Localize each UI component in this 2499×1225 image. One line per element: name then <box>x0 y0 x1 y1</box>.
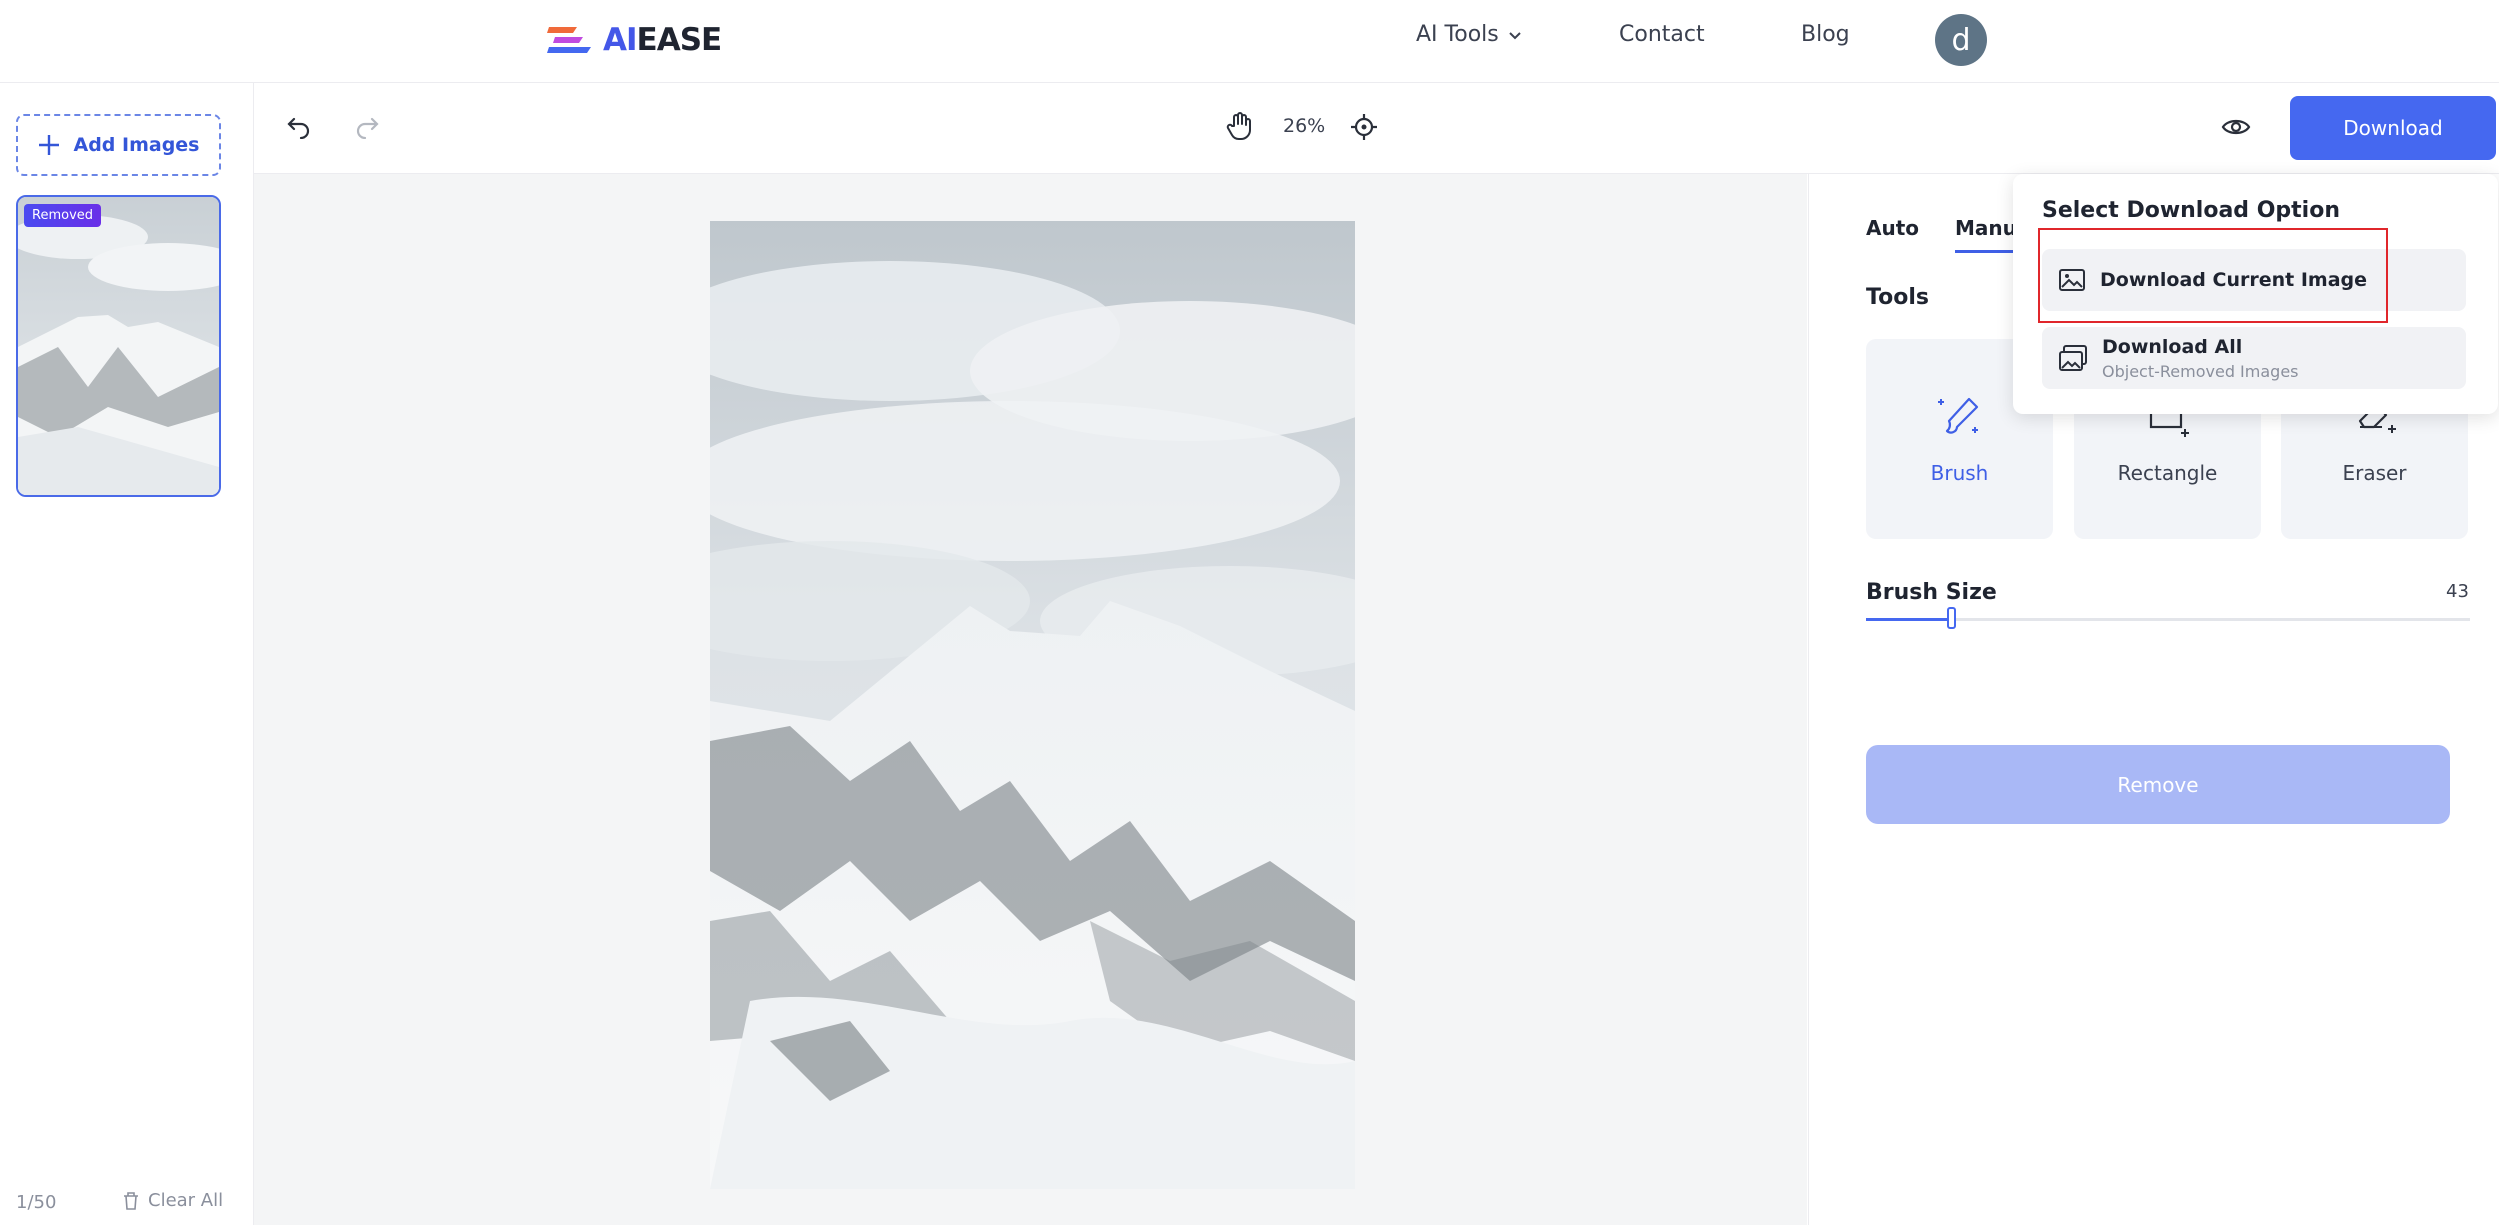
recenter-button[interactable] <box>1350 113 1378 141</box>
pan-hand-button[interactable] <box>1225 111 1255 141</box>
download-all-text: Download All Object-Removed Images <box>2102 336 2299 381</box>
zoom-level[interactable]: 26% <box>1283 115 1325 137</box>
plus-icon <box>39 135 60 155</box>
nav-blog[interactable]: Blog <box>1801 22 1850 47</box>
image-count: 1/50 <box>16 1192 57 1213</box>
dropdown-title: Select Download Option <box>2042 198 2340 223</box>
chevron-down-icon <box>1509 31 1521 39</box>
aiease-logo[interactable]: AIEASE <box>547 20 722 60</box>
redo-button[interactable] <box>353 112 381 140</box>
logo-text: AIEASE <box>603 22 722 58</box>
redo-icon <box>356 117 379 139</box>
highlight-box <box>2038 228 2388 323</box>
mountain-thumbnail-image <box>18 197 219 495</box>
user-avatar[interactable]: d <box>1935 14 1987 66</box>
crosshair-icon <box>1351 114 1377 140</box>
nav-ai-tools-label: AI Tools <box>1416 22 1499 47</box>
nav-contact[interactable]: Contact <box>1619 22 1705 47</box>
mountain-photo <box>710 221 1355 1189</box>
tools-title: Tools <box>1866 285 1929 310</box>
undo-button[interactable] <box>285 112 313 140</box>
brush-size-slider-track[interactable] <box>1866 618 2470 621</box>
download-all-label: Download All <box>2102 335 2243 358</box>
active-tab-indicator <box>1955 250 2015 253</box>
brush-size-label: Brush Size <box>1866 580 1997 605</box>
brush-size-value: 43 <box>2446 581 2469 602</box>
editing-image[interactable] <box>710 221 1355 1189</box>
download-all-sublabel: Object-Removed Images <box>2102 361 2299 381</box>
preview-button[interactable] <box>2220 114 2252 140</box>
brush-tool-label: Brush <box>1930 461 1989 485</box>
brush-icon <box>1937 397 1978 434</box>
undo-icon <box>287 117 310 139</box>
remove-button[interactable]: Remove <box>1866 745 2450 824</box>
eye-icon <box>2221 119 2251 135</box>
clear-all-label: Clear All <box>148 1190 224 1211</box>
brush-size-slider-fill <box>1866 618 1952 621</box>
removed-badge: Removed <box>24 204 102 227</box>
add-images-label: Add Images <box>73 134 200 156</box>
logo-mark-icon <box>547 27 591 53</box>
clear-all-button[interactable]: Clear All <box>122 1190 223 1211</box>
add-images-button[interactable]: Add Images <box>16 114 221 176</box>
images-stack-icon <box>2059 345 2087 371</box>
image-thumbnail[interactable] <box>16 195 221 497</box>
tab-auto[interactable]: Auto <box>1866 216 1919 240</box>
top-navbar <box>0 0 2499 83</box>
trash-icon <box>124 1191 138 1210</box>
download-all-option[interactable]: Download All Object-Removed Images <box>2042 327 2466 389</box>
nav-ai-tools[interactable]: AI Tools <box>1416 22 1523 47</box>
download-button[interactable]: Download <box>2290 96 2496 160</box>
eraser-tool-label: Eraser <box>2342 461 2407 485</box>
rectangle-tool-label: Rectangle <box>2117 461 2218 485</box>
hand-icon <box>1226 112 1251 141</box>
brush-size-slider-thumb[interactable] <box>1947 607 1956 629</box>
